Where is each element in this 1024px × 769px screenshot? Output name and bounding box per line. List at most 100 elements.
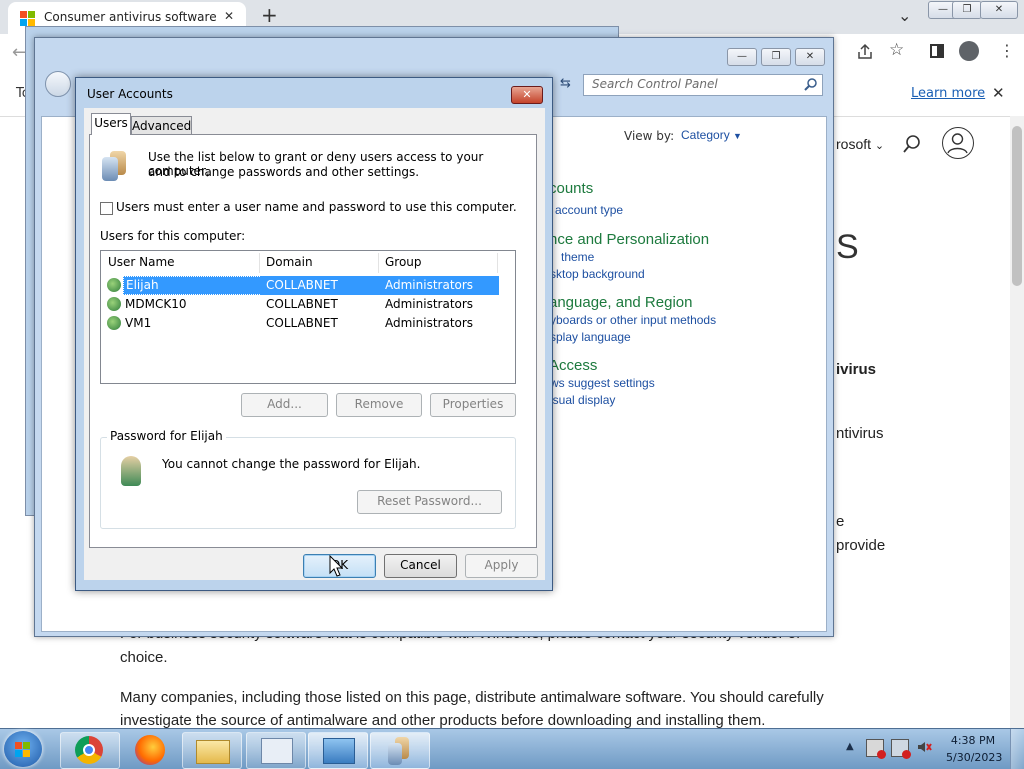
action-center-icon[interactable] xyxy=(866,739,886,759)
taskbar-explorer[interactable] xyxy=(182,732,242,769)
column-user-name[interactable]: User Name xyxy=(108,255,175,269)
dropdown-arrow-icon: ▼ xyxy=(733,131,742,141)
require-login-checkbox[interactable] xyxy=(100,202,113,215)
users-tab-panel: Use the list below to grant or deny user… xyxy=(89,134,537,548)
microsoft-logo-icon xyxy=(20,11,35,26)
view-by-dropdown[interactable]: Category ▼ xyxy=(681,128,742,142)
domain-cell: COLLABNET xyxy=(266,316,338,330)
browser-close-button[interactable]: ✕ xyxy=(980,1,1018,19)
page-heading-fragment: S xyxy=(836,228,859,266)
refresh-icon[interactable]: ⇆ xyxy=(560,76,571,91)
profile-icon[interactable] xyxy=(959,41,979,61)
cp-search-input[interactable]: Search Control Panel xyxy=(592,77,718,91)
user-accounts-dialog: User Accounts ✕ Users Advanced Use the l… xyxy=(75,77,553,591)
page-text-fragment-2: e xyxy=(836,513,845,530)
column-divider xyxy=(259,253,260,273)
cancel-button[interactable]: Cancel xyxy=(384,554,457,578)
column-domain[interactable]: Domain xyxy=(266,255,313,269)
table-row[interactable]: MDMCK10 COLLABNET Administrators xyxy=(103,295,499,314)
user-name-cell: Elijah xyxy=(123,276,264,295)
cp-heading-appearance[interactable]: nce and Personalization xyxy=(549,231,709,248)
cp-link-suggest-settings[interactable]: ws suggest settings xyxy=(550,376,655,390)
apply-button[interactable]: Apply xyxy=(465,554,538,578)
tab-users[interactable]: Users xyxy=(91,113,131,135)
nav-microsoft-label: rosoft xyxy=(836,136,872,152)
reset-password-button[interactable]: Reset Password... xyxy=(357,490,502,514)
cp-link-keyboards[interactable]: yboards or other input methods xyxy=(550,313,716,327)
view-by-value: Category xyxy=(681,128,730,142)
page-text-fragment-1: ntivirus xyxy=(836,425,884,442)
taskbar-control-panel[interactable] xyxy=(308,732,368,769)
column-divider xyxy=(378,253,379,273)
firefox-icon[interactable] xyxy=(135,735,165,765)
remove-user-button[interactable]: Remove xyxy=(336,393,422,417)
view-by-label: View by: xyxy=(624,129,675,143)
learn-more-link[interactable]: Learn more xyxy=(911,86,985,101)
tab-close-icon[interactable]: ✕ xyxy=(224,9,234,23)
windows-logo-icon xyxy=(15,742,30,757)
infobar-close-icon[interactable]: ✕ xyxy=(992,84,1005,102)
tray-expand-icon[interactable]: ▲ xyxy=(846,741,854,752)
nav-microsoft-menu[interactable]: rosoft ⌄ xyxy=(836,136,884,152)
browser-maximize-button[interactable]: ❐ xyxy=(952,1,982,19)
require-login-label: Users must enter a user name and passwor… xyxy=(116,200,517,214)
show-desktop-button[interactable] xyxy=(1010,729,1024,769)
dialog-title: User Accounts xyxy=(87,87,173,101)
cp-close-button[interactable]: ✕ xyxy=(795,48,825,66)
domain-cell: COLLABNET xyxy=(266,297,338,311)
side-panel-icon[interactable] xyxy=(930,44,944,58)
cp-link-desktop-background[interactable]: sktop background xyxy=(550,267,645,281)
column-divider xyxy=(497,253,498,273)
taskbar-chrome[interactable] xyxy=(60,732,120,769)
new-tab-button[interactable]: + xyxy=(261,3,278,27)
page-text-fragment-3: provide xyxy=(836,537,886,554)
folder-icon xyxy=(196,740,230,764)
search-icon[interactable] xyxy=(804,77,818,94)
domain-cell: COLLABNET xyxy=(266,278,338,292)
tab-search-dropdown-icon[interactable]: ⌄ xyxy=(898,6,911,25)
chrome-icon xyxy=(75,736,103,764)
user-icon xyxy=(107,278,121,292)
page-scrollbar-thumb[interactable] xyxy=(1012,126,1022,286)
column-group[interactable]: Group xyxy=(385,255,422,269)
cp-search-box[interactable]: Search Control Panel xyxy=(583,74,823,96)
site-search-icon[interactable] xyxy=(902,134,922,154)
taskbar-user-accounts-cp[interactable] xyxy=(246,732,306,769)
user-avatar-icon xyxy=(115,456,147,490)
clock-time[interactable]: 4:38 PM xyxy=(948,734,998,747)
users-group-icon xyxy=(100,149,132,181)
user-accounts-icon xyxy=(387,737,413,765)
cp-minimize-button[interactable]: — xyxy=(727,48,757,66)
dialog-close-button[interactable]: ✕ xyxy=(511,86,543,104)
taskbar-user-accounts[interactable] xyxy=(370,732,430,769)
bookmark-star-icon[interactable]: ☆ xyxy=(889,40,904,60)
network-icon[interactable] xyxy=(891,739,911,759)
users-list[interactable]: User Name Domain Group Elijah COLLABNET … xyxy=(100,250,516,384)
control-panel-icon xyxy=(323,738,355,764)
clock-date[interactable]: 5/30/2023 xyxy=(946,751,1002,764)
add-user-button[interactable]: Add... xyxy=(241,393,328,417)
page-subheading-fragment: ivirus xyxy=(836,361,877,378)
paragraph-1-line-2: choice. xyxy=(120,649,168,666)
cp-link-change-account-type[interactable]: account type xyxy=(555,203,623,217)
cp-link-visual-display[interactable]: isual display xyxy=(550,393,615,407)
page-scrollbar[interactable] xyxy=(1010,116,1024,728)
user-properties-button[interactable]: Properties xyxy=(430,393,516,417)
tab-advanced[interactable]: Advanced xyxy=(131,116,192,135)
cp-back-button[interactable] xyxy=(45,71,71,97)
volume-icon[interactable] xyxy=(916,739,932,755)
cp-heading-region[interactable]: anguage, and Region xyxy=(549,294,692,311)
start-button[interactable] xyxy=(4,731,42,767)
menu-dots-icon[interactable]: ⋮ xyxy=(999,41,1015,60)
cp-maximize-button[interactable]: ❐ xyxy=(761,48,791,66)
table-row[interactable]: Elijah COLLABNET Administrators xyxy=(103,276,499,295)
cp-heading-user-accounts[interactable]: counts xyxy=(549,180,593,197)
account-avatar-icon[interactable] xyxy=(942,127,974,159)
share-icon[interactable] xyxy=(856,43,874,61)
browser-tab-title: Consumer antivirus software pro xyxy=(44,10,216,24)
table-row[interactable]: VM1 COLLABNET Administrators xyxy=(103,314,499,333)
cp-heading-ease-of-access[interactable]: Access xyxy=(549,357,597,374)
cp-link-display-language[interactable]: splay language xyxy=(550,330,631,344)
cp-link-change-theme[interactable]: theme xyxy=(561,250,594,264)
group-cell: Administrators xyxy=(385,316,474,330)
